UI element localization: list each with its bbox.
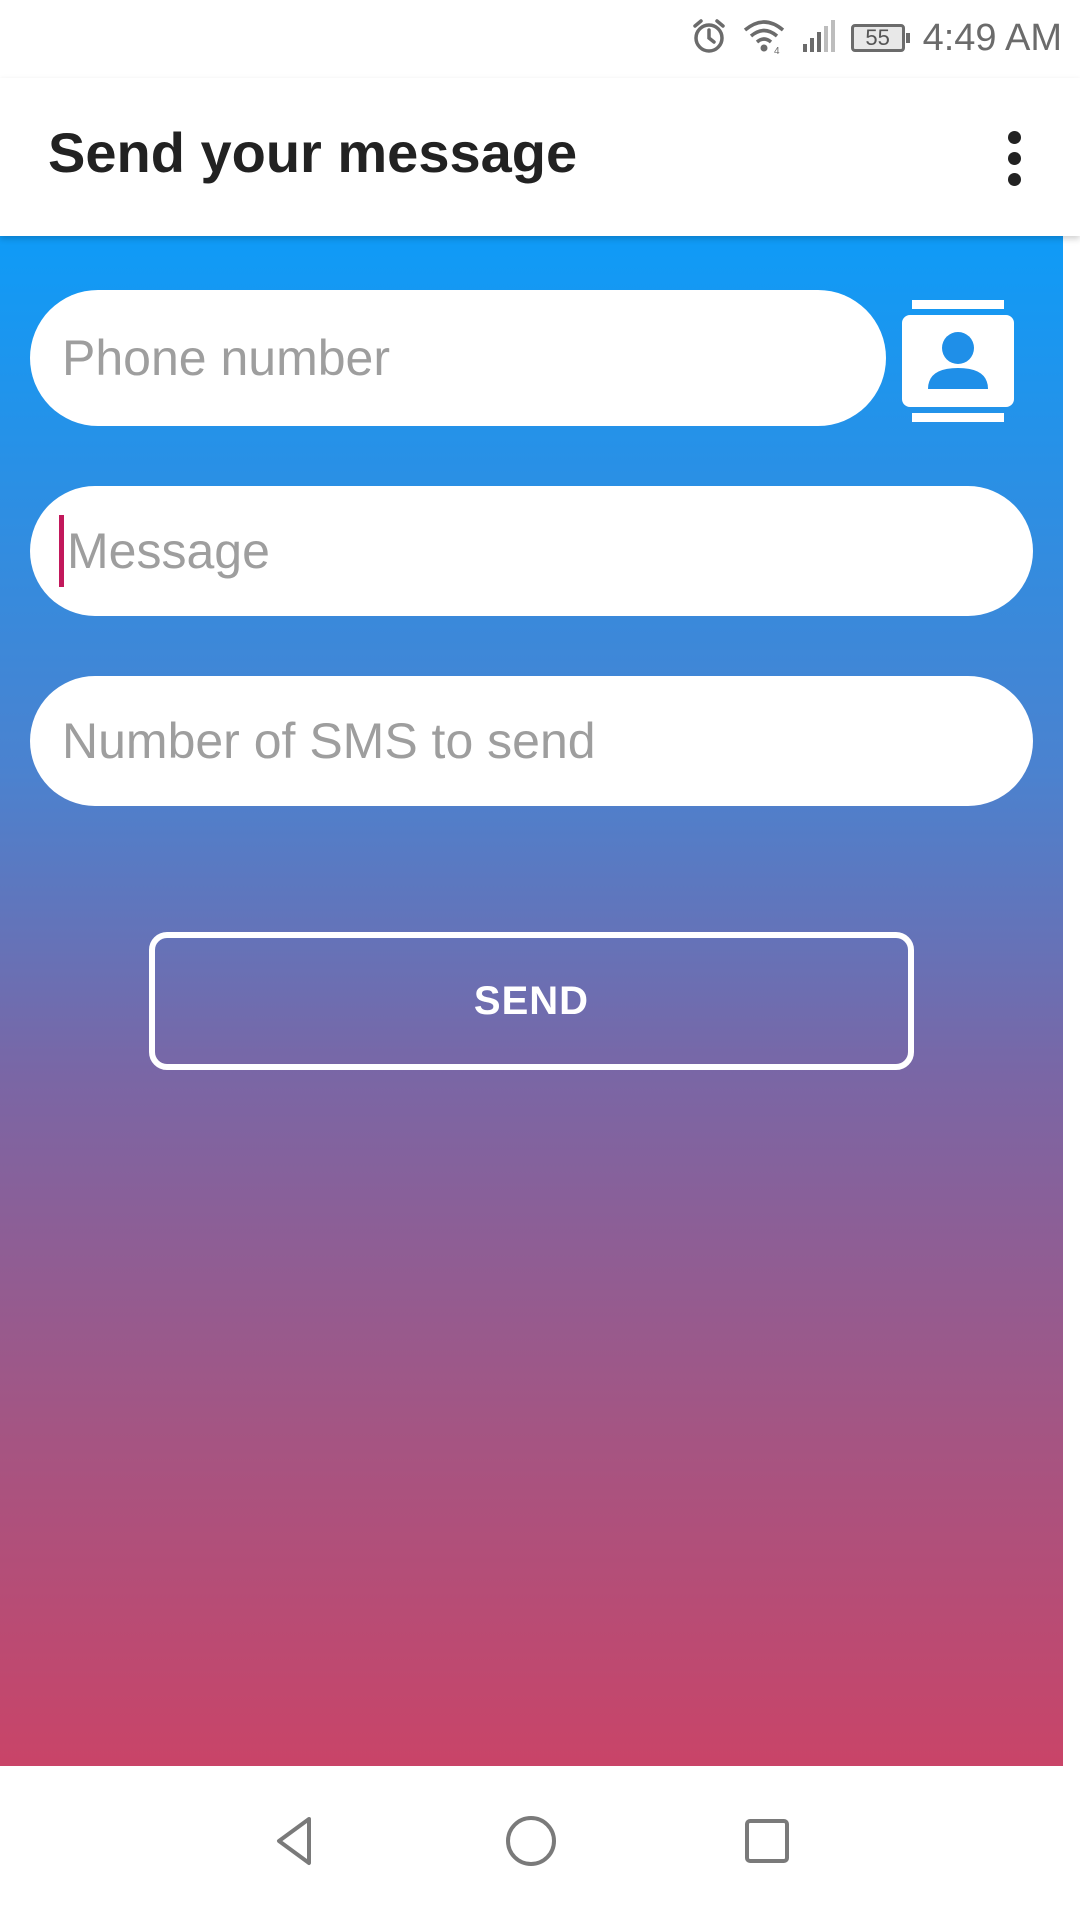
screen: 4 55 4:49 AM Send your message Phone num…	[0, 0, 1080, 1920]
wifi-icon: 4	[741, 16, 787, 61]
overflow-menu-icon[interactable]	[984, 118, 1044, 198]
back-icon	[277, 1817, 311, 1865]
sms-count-placeholder: Number of SMS to send	[62, 713, 596, 769]
send-button[interactable]: SEND	[149, 932, 914, 1070]
recents-icon	[745, 1819, 789, 1863]
status-time: 4:49 AM	[922, 16, 1062, 59]
page-title: Send your message	[48, 121, 578, 184]
home-icon	[506, 1816, 556, 1866]
message-input[interactable]: Message	[30, 486, 1033, 616]
home-button[interactable]	[486, 1796, 576, 1886]
right-edge	[1063, 236, 1080, 1766]
navigation-bar	[0, 1766, 1080, 1920]
phone-number-placeholder: Phone number	[62, 330, 391, 386]
battery-icon: 55	[850, 24, 910, 52]
contact-picker-button[interactable]	[902, 296, 1014, 424]
text-cursor	[59, 515, 64, 587]
back-button[interactable]	[250, 1796, 340, 1886]
status-bar: 4 55 4:49 AM	[0, 0, 1080, 78]
contact-picker-icon	[902, 300, 1014, 422]
battery-level: 55	[865, 25, 890, 50]
sms-count-input[interactable]: Number of SMS to send	[30, 676, 1033, 806]
app-bar: Send your message	[0, 78, 1080, 236]
message-placeholder: Message	[67, 523, 270, 579]
svg-text:4: 4	[774, 46, 780, 56]
alarm-icon	[689, 16, 729, 61]
status-icons: 4 55 4:49 AM	[689, 14, 1062, 62]
phone-number-input[interactable]: Phone number	[30, 290, 886, 426]
signal-icon	[799, 16, 839, 61]
recents-button[interactable]	[722, 1796, 812, 1886]
